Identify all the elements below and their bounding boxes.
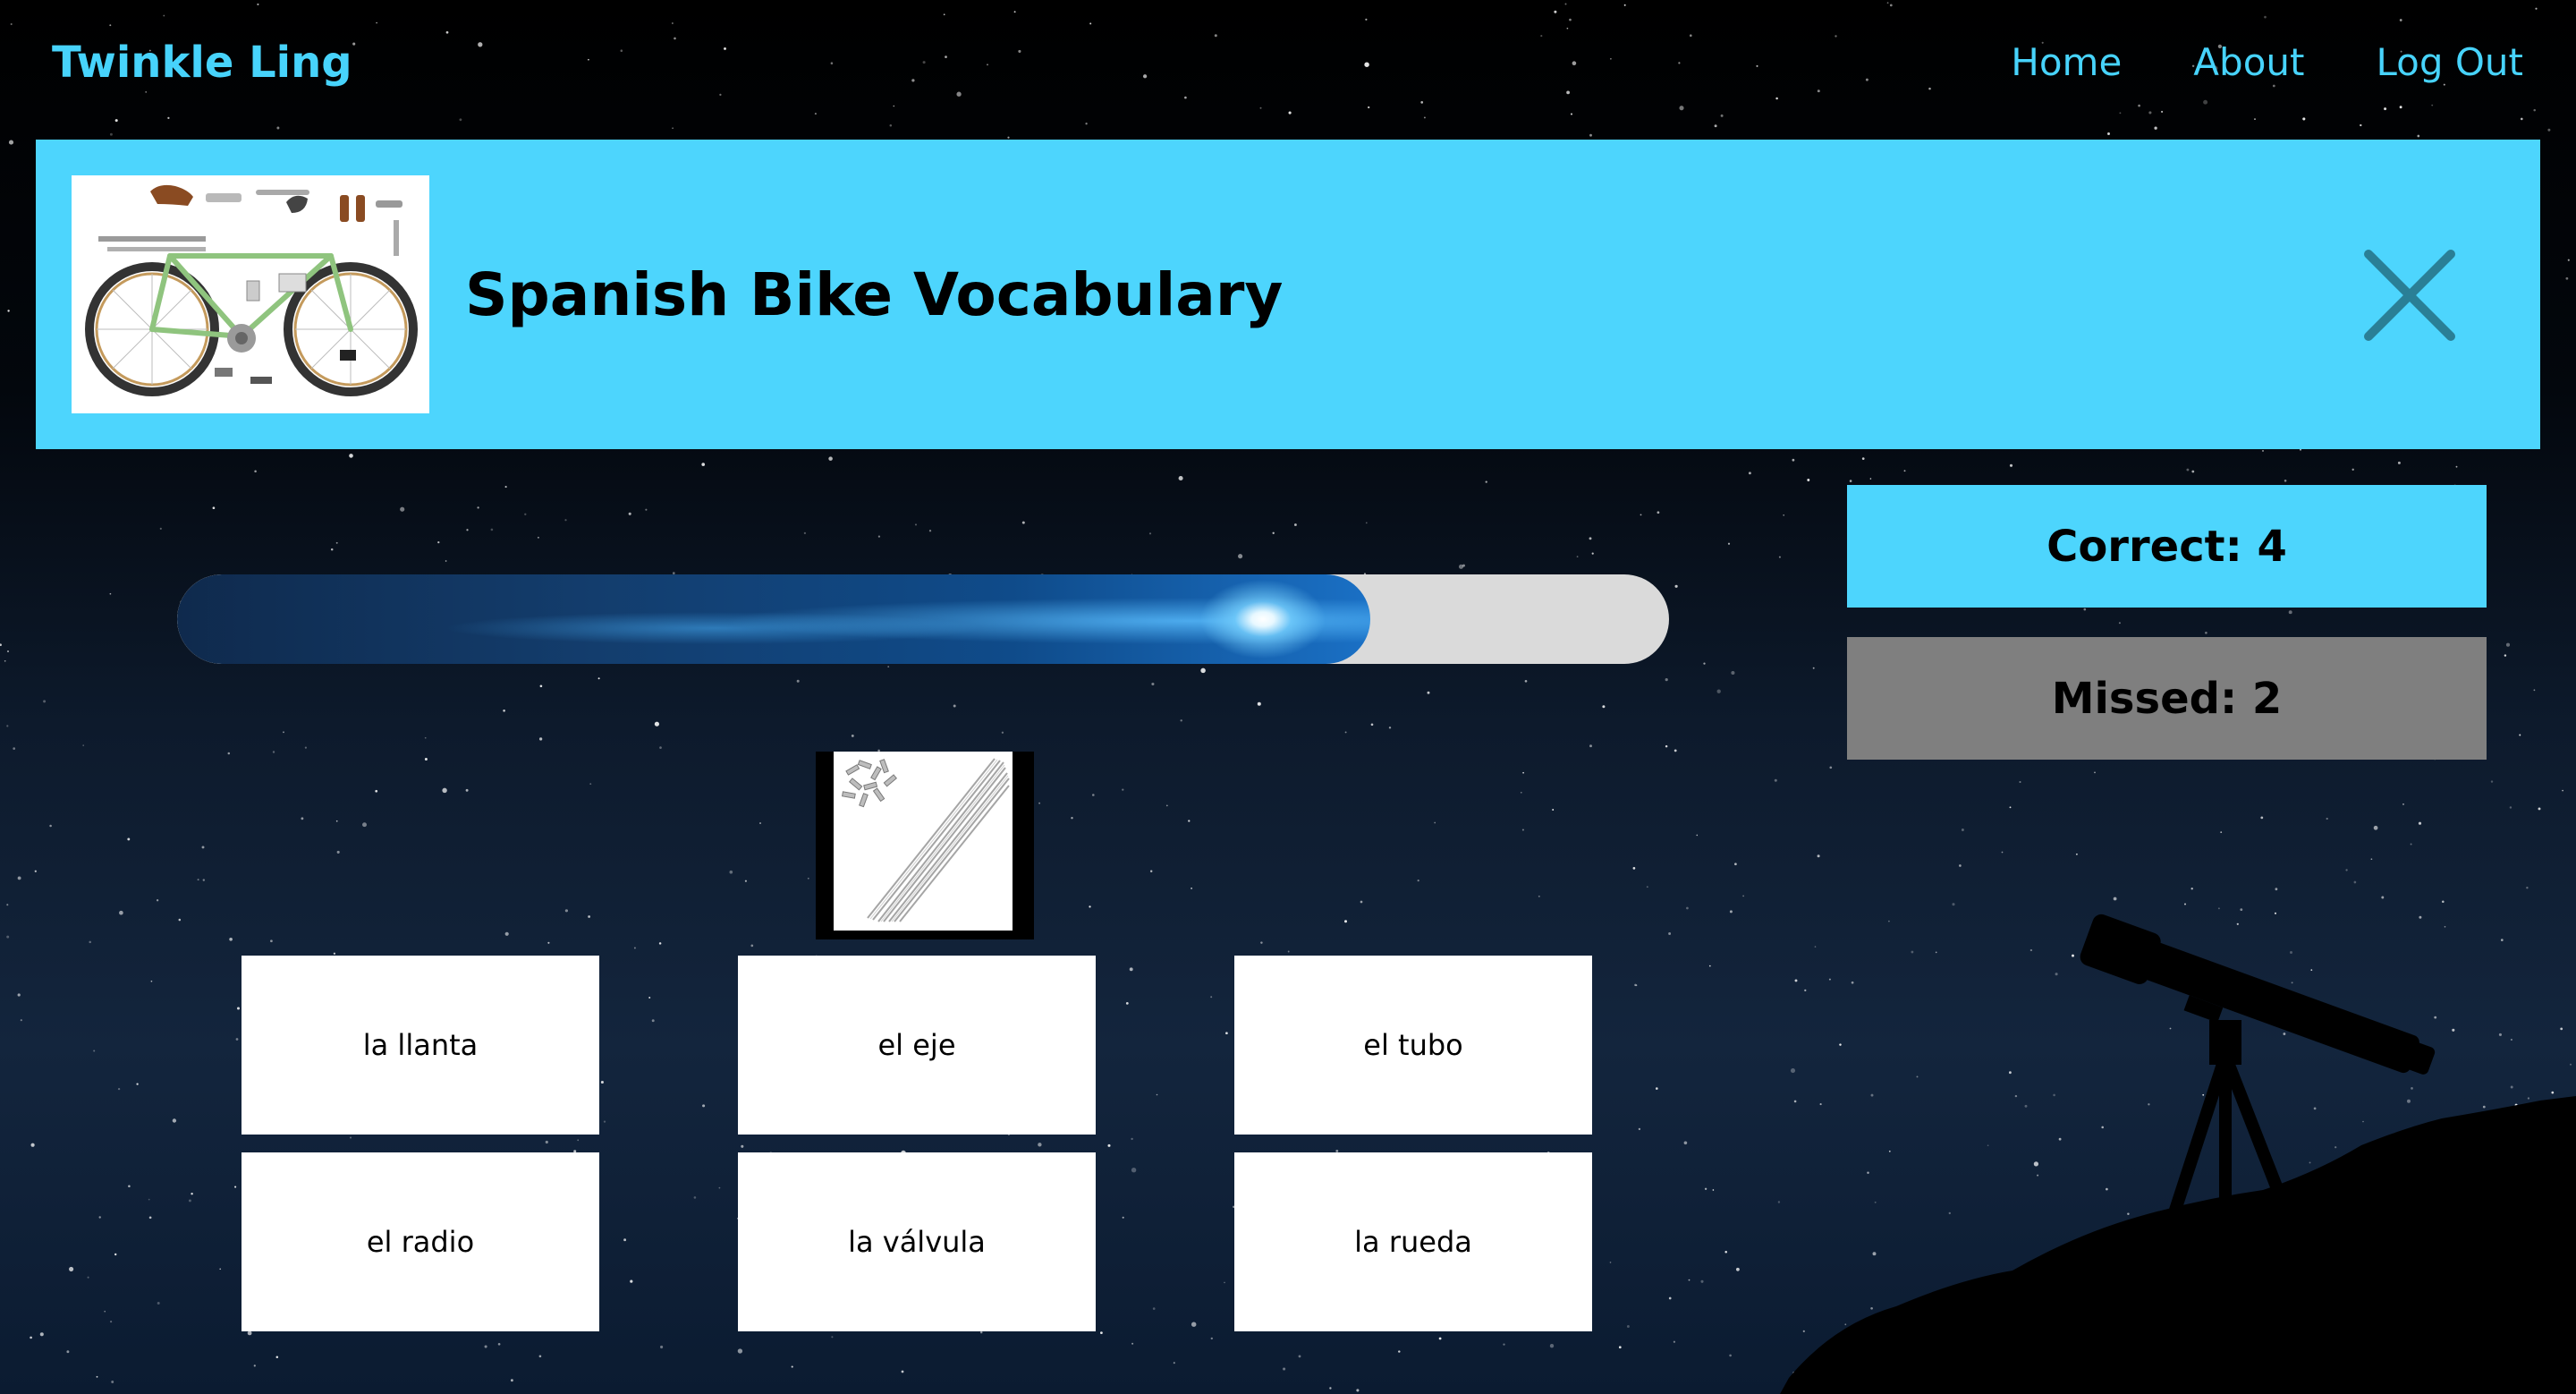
progress-bar: [177, 574, 1669, 664]
lesson-header-banner: Spanish Bike Vocabulary: [36, 140, 2540, 449]
nav-home-link[interactable]: Home: [2011, 32, 2122, 93]
lesson-title: Spanish Bike Vocabulary: [465, 260, 1284, 329]
bicycle-parts-image: [72, 175, 429, 413]
nav-about-link[interactable]: About: [2193, 32, 2304, 93]
nav-logout-link[interactable]: Log Out: [2376, 32, 2523, 93]
telescope-silhouette: [1780, 914, 2576, 1394]
answer-option[interactable]: la rueda: [1234, 1152, 1592, 1331]
answer-option[interactable]: la válvula: [738, 1152, 1096, 1331]
answer-option[interactable]: la llanta: [242, 956, 599, 1135]
close-icon[interactable]: [2361, 247, 2458, 344]
progress-fill: [177, 574, 1370, 664]
answer-option[interactable]: el tubo: [1234, 956, 1592, 1135]
missed-score-panel: Missed: 2: [1847, 637, 2487, 760]
correct-score-panel: Correct: 4: [1847, 485, 2487, 608]
brand-logo[interactable]: Twinkle Ling: [52, 32, 352, 93]
question-image-frame: [816, 752, 1034, 939]
answer-option[interactable]: el radio: [242, 1152, 599, 1331]
top-nav: Home About Log Out: [2011, 32, 2523, 93]
answer-option[interactable]: el eje: [738, 956, 1096, 1135]
bicycle-spokes-image: [834, 752, 1013, 931]
